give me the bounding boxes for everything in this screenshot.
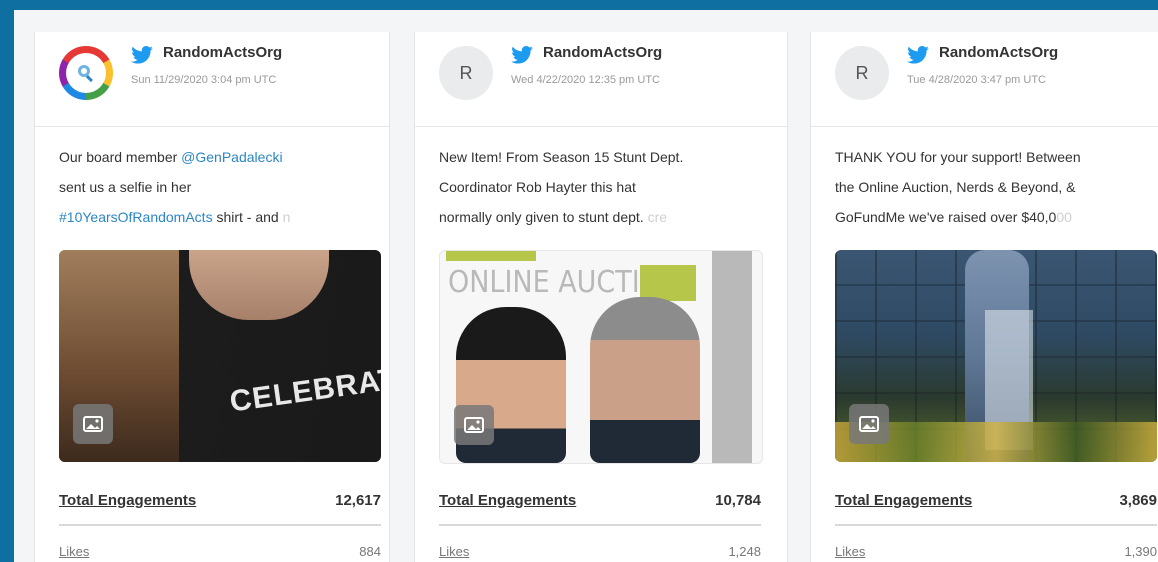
avatar: R — [439, 46, 493, 100]
post-text-span: shirt - and — [212, 209, 283, 225]
divider — [59, 524, 381, 526]
divider — [439, 524, 761, 526]
total-engagements-value: 12,617 — [335, 492, 381, 509]
post-text-line: normally only given to stunt dept. cre — [439, 202, 739, 232]
post-text-line: #10YearsOfRandomActs shirt - and n — [59, 202, 359, 232]
likes-label[interactable]: Likes — [439, 544, 469, 559]
likes-label[interactable]: Likes — [835, 544, 865, 559]
total-engagements-label[interactable]: Total Engagements — [59, 492, 196, 509]
post-text-span: GoFundMe we've raised over $40,0 — [835, 209, 1057, 225]
post-text-line: New Item! From Season 15 Stunt Dept. — [439, 142, 739, 172]
truncated-text: cre — [647, 209, 668, 225]
post-text: Our board member @GenPadalecki sent us a … — [59, 142, 359, 232]
org-logo-icon — [78, 65, 93, 83]
image-icon — [73, 404, 113, 444]
post-text-line: THANK YOU for your support! Between — [835, 142, 1135, 172]
post-image[interactable]: CELEBRATING — [59, 250, 381, 462]
total-engagements-value: 3,869 — [1119, 492, 1157, 509]
post-text-span: normally only given to stunt dept. — [439, 209, 648, 225]
likes-value: 1,390 — [1124, 544, 1157, 559]
post-text: New Item! From Season 15 Stunt Dept. Coor… — [439, 142, 739, 232]
truncated-text: 00 — [1056, 209, 1072, 225]
post-text-span: Our board member — [59, 149, 182, 165]
post-timestamp: Sun 11/29/2020 3:04 pm UTC — [131, 74, 277, 86]
post-text-span: New Item! From Season 15 Stunt Dept. — [439, 149, 684, 165]
post-timestamp: Wed 4/22/2020 12:35 pm UTC — [511, 74, 660, 86]
total-engagements-value: 10,784 — [715, 492, 761, 509]
divider — [835, 524, 1157, 526]
post-text-line: the Online Auction, Nerds & Beyond, & — [835, 172, 1135, 202]
likes-row: Likes 884 — [59, 544, 381, 559]
account-handle[interactable]: RandomActsOrg — [939, 44, 1058, 61]
post-link[interactable]: #10YearsOfRandomActs — [59, 209, 213, 225]
twitter-bird-icon — [511, 46, 533, 64]
post-image[interactable] — [835, 250, 1157, 462]
likes-value: 1,248 — [728, 544, 761, 559]
post-board: RandomActsOrg Sun 11/29/2020 3:04 pm UTC… — [14, 10, 1158, 562]
account-handle[interactable]: RandomActsOrg — [543, 44, 662, 61]
post-card[interactable]: RandomActsOrg Sun 11/29/2020 3:04 pm UTC… — [34, 32, 390, 562]
post-text: THANK YOU for your support! Between the O… — [835, 142, 1135, 232]
post-header: RandomActsOrg Sun 11/29/2020 3:04 pm UTC — [35, 32, 389, 127]
post-link[interactable]: @GenPadalecki — [181, 149, 282, 165]
avatar — [59, 46, 113, 100]
total-engagements-label[interactable]: Total Engagements — [439, 492, 576, 509]
likes-row: Likes 1,390 — [835, 544, 1157, 559]
post-text-span: the Online Auction, Nerds & Beyond, & — [835, 179, 1076, 195]
likes-value: 884 — [359, 544, 381, 559]
post-text-line: GoFundMe we've raised over $40,000 — [835, 202, 1135, 232]
post-header: R RandomActsOrg Wed 4/22/2020 12:35 pm U… — [415, 32, 787, 127]
total-engagements-row: Total Engagements 12,617 — [59, 492, 381, 509]
avatar: R — [835, 46, 889, 100]
total-engagements-row: Total Engagements 10,784 — [439, 492, 761, 509]
likes-label[interactable]: Likes — [59, 544, 89, 559]
likes-row: Likes 1,248 — [439, 544, 761, 559]
twitter-bird-icon — [907, 46, 929, 64]
image-icon — [454, 405, 494, 445]
post-text-line: sent us a selfie in her — [59, 172, 359, 202]
truncated-text: n — [282, 209, 291, 225]
post-image[interactable]: ONLINE AUCTION — [439, 250, 763, 464]
post-text-line: Coordinator Rob Hayter this hat — [439, 172, 739, 202]
post-header: R RandomActsOrg Tue 4/28/2020 3:47 pm UT… — [811, 32, 1158, 127]
total-engagements-label[interactable]: Total Engagements — [835, 492, 972, 509]
post-timestamp: Tue 4/28/2020 3:47 pm UTC — [907, 74, 1047, 86]
image-icon — [849, 404, 889, 444]
twitter-bird-icon — [131, 46, 153, 64]
account-handle[interactable]: RandomActsOrg — [163, 44, 282, 61]
post-text-span: THANK YOU for your support! Between — [835, 149, 1081, 165]
post-card[interactable]: R RandomActsOrg Tue 4/28/2020 3:47 pm UT… — [810, 32, 1158, 562]
post-card[interactable]: R RandomActsOrg Wed 4/22/2020 12:35 pm U… — [414, 32, 788, 562]
post-text-line: Our board member @GenPadalecki — [59, 142, 359, 172]
shirt-print: CELEBRATING — [227, 354, 381, 419]
post-text-span: sent us a selfie in her — [59, 179, 192, 195]
post-text-span: Coordinator Rob Hayter this hat — [439, 179, 636, 195]
total-engagements-row: Total Engagements 3,869 — [835, 492, 1157, 509]
